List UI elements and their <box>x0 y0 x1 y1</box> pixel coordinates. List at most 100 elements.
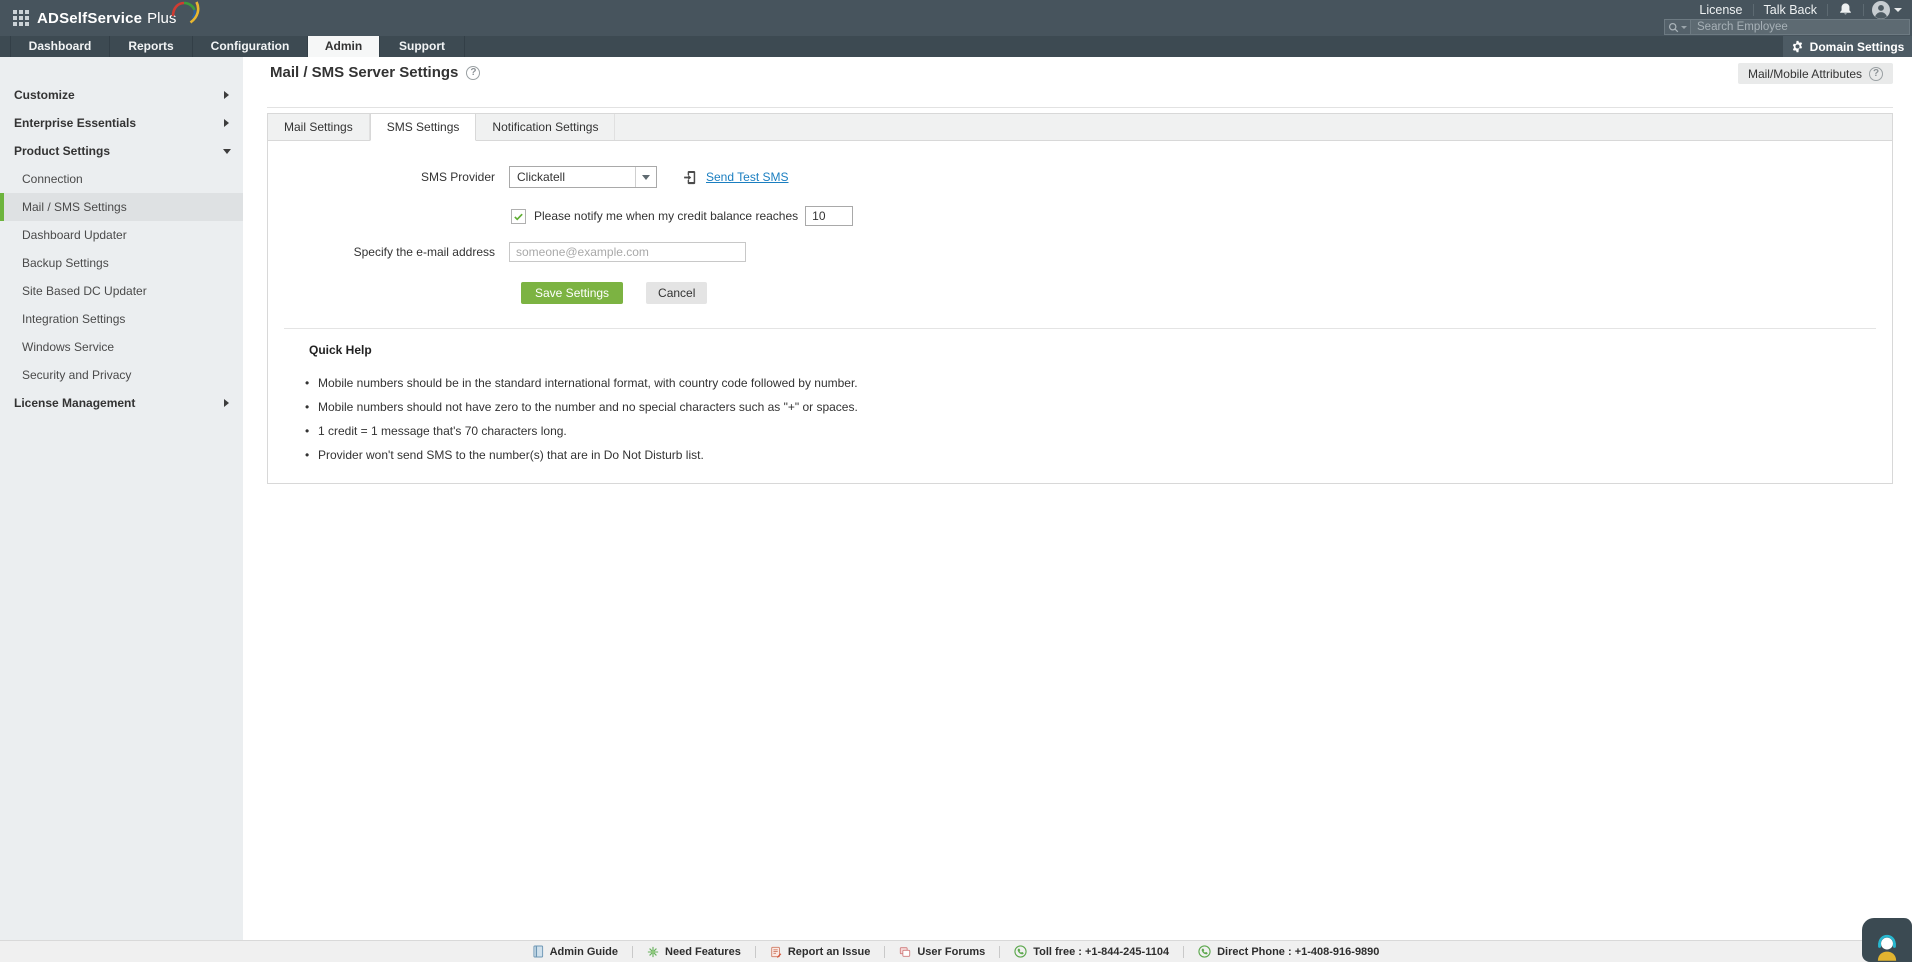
quick-help-item: Mobile numbers should not have zero to t… <box>305 395 1862 419</box>
quick-help-item: Mobile numbers should be in the standard… <box>305 371 1862 395</box>
cancel-button[interactable]: Cancel <box>646 282 707 304</box>
quick-help-item: Provider won't send SMS to the number(s)… <box>305 443 1862 467</box>
toll-free-phone[interactable]: Toll free : +1-844-245-1104 <box>1000 945 1183 958</box>
sidebar-item-customize[interactable]: Customize <box>0 81 243 109</box>
page-help-icon[interactable]: ? <box>466 66 480 80</box>
sidebar-item-backup-settings[interactable]: Backup Settings <box>0 249 243 277</box>
admin-guide-link[interactable]: Admin Guide <box>519 945 632 958</box>
send-to-phone-icon[interactable] <box>683 170 698 185</box>
save-settings-button[interactable]: Save Settings <box>521 282 623 304</box>
quick-help-list: Mobile numbers should be in the standard… <box>305 371 1862 467</box>
attributes-help-icon[interactable]: ? <box>1869 67 1883 81</box>
sidebar-item-label: Integration Settings <box>22 312 125 326</box>
nav-tab-dashboard[interactable]: Dashboard <box>10 36 110 57</box>
sidebar-item-label: Dashboard Updater <box>22 228 127 242</box>
sidebar-item-label: Mail / SMS Settings <box>22 200 127 214</box>
talk-back-link[interactable]: Talk Back <box>1754 3 1828 17</box>
sidebar-item-label: Connection <box>22 172 83 186</box>
footer: Admin Guide Need Features Report an Issu… <box>0 940 1912 962</box>
sms-provider-value: Clickatell <box>517 170 565 184</box>
credit-threshold-input[interactable] <box>805 206 853 226</box>
phone-icon <box>1198 945 1211 958</box>
support-agent-icon <box>1871 932 1903 962</box>
sidebar-item-enterprise-essentials[interactable]: Enterprise Essentials <box>0 109 243 137</box>
footer-link-label: User Forums <box>917 946 985 958</box>
sidebar-item-connection[interactable]: Connection <box>0 165 243 193</box>
main-nav: Dashboard Reports Configuration Admin Su… <box>0 36 1912 57</box>
credit-notify-checkbox[interactable] <box>511 209 526 224</box>
footer-link-label: Report an Issue <box>788 946 871 958</box>
footer-link-label: Toll free : +1-844-245-1104 <box>1033 946 1169 958</box>
sidebar-item-label: Customize <box>14 88 75 102</box>
title-divider <box>267 107 1893 108</box>
main-content: Mail / SMS Server Settings ? Mail/Mobile… <box>243 57 1912 940</box>
email-label: Specify the e-mail address <box>268 245 495 259</box>
sms-provider-row: SMS Provider Clickatell Send Test SMS <box>268 166 1892 188</box>
top-bar: ADSelfService Plus License Talk Back <box>0 0 1912 36</box>
report-icon <box>770 946 782 958</box>
search-icon[interactable] <box>1665 20 1691 34</box>
sms-provider-select[interactable]: Clickatell <box>509 166 657 188</box>
mail-mobile-attributes-button[interactable]: Mail/Mobile Attributes ? <box>1738 63 1893 84</box>
domain-settings-button[interactable]: Domain Settings <box>1783 36 1912 57</box>
chevron-down-icon <box>223 149 231 154</box>
gear-icon <box>1791 40 1804 53</box>
quick-help-item: 1 credit = 1 message that's 70 character… <box>305 419 1862 443</box>
brand-arc-icon <box>170 0 200 26</box>
sidebar-item-security-and-privacy[interactable]: Security and Privacy <box>0 361 243 389</box>
sidebar-item-product-settings[interactable]: Product Settings <box>0 137 243 165</box>
chevron-down-icon <box>1894 8 1902 12</box>
need-features-link[interactable]: Need Features <box>633 946 755 958</box>
sidebar-item-license-management[interactable]: License Management <box>0 389 243 417</box>
nav-tab-admin[interactable]: Admin <box>308 36 380 57</box>
sidebar-item-label: Site Based DC Updater <box>22 284 147 298</box>
sidebar-item-site-based-dc-updater[interactable]: Site Based DC Updater <box>0 277 243 305</box>
send-test-sms-link[interactable]: Send Test SMS <box>706 170 789 184</box>
sidebar-item-dashboard-updater[interactable]: Dashboard Updater <box>0 221 243 249</box>
footer-link-label: Admin Guide <box>550 946 618 958</box>
user-forums-link[interactable]: User Forums <box>885 946 999 958</box>
sidebar-item-windows-service[interactable]: Windows Service <box>0 333 243 361</box>
tab-notification-settings[interactable]: Notification Settings <box>476 114 615 140</box>
page-title-row: Mail / SMS Server Settings ? <box>270 64 480 81</box>
footer-link-label: Direct Phone : +1-408-916-9890 <box>1217 946 1379 958</box>
credit-notify-label: Please notify me when my credit balance … <box>534 209 798 223</box>
nav-tab-reports[interactable]: Reports <box>110 36 193 57</box>
chevron-down-icon <box>1681 26 1687 29</box>
employee-search <box>1664 19 1910 35</box>
settings-card: Mail Settings SMS Settings Notification … <box>267 113 1893 484</box>
attributes-button-label: Mail/Mobile Attributes <box>1748 67 1862 81</box>
sidebar-item-label: License Management <box>14 396 135 410</box>
direct-phone[interactable]: Direct Phone : +1-408-916-9890 <box>1184 945 1393 958</box>
notifications-bell-icon[interactable] <box>1828 2 1863 17</box>
chevron-right-icon <box>224 119 229 127</box>
user-avatar-icon <box>1872 1 1890 19</box>
app-launcher-icon[interactable] <box>13 10 29 26</box>
sms-provider-label: SMS Provider <box>268 170 495 184</box>
quick-help-title: Quick Help <box>309 343 372 357</box>
tab-mail-settings[interactable]: Mail Settings <box>268 114 370 140</box>
chevron-right-icon <box>224 399 229 407</box>
tab-sms-settings[interactable]: SMS Settings <box>370 114 477 141</box>
forum-icon <box>899 946 911 958</box>
license-link[interactable]: License <box>1689 3 1752 17</box>
sidebar-item-label: Backup Settings <box>22 256 109 270</box>
brand-name: ADSelfService <box>37 10 142 27</box>
brand-logo: ADSelfService Plus <box>37 0 200 36</box>
email-field[interactable] <box>509 242 746 262</box>
checkmark-icon <box>513 211 524 222</box>
quick-help-divider <box>284 328 1876 329</box>
sidebar-item-mail-sms-settings[interactable]: Mail / SMS Settings <box>0 193 243 221</box>
sidebar-item-label: Enterprise Essentials <box>14 116 136 130</box>
nav-tab-configuration[interactable]: Configuration <box>193 36 308 57</box>
form-actions-row: Save Settings Cancel <box>268 282 1892 304</box>
settings-tabs: Mail Settings SMS Settings Notification … <box>268 114 1892 141</box>
user-avatar-menu[interactable] <box>1864 1 1904 19</box>
search-input[interactable] <box>1691 21 1909 33</box>
report-an-issue-link[interactable]: Report an Issue <box>756 946 885 958</box>
page-title: Mail / SMS Server Settings <box>270 64 458 81</box>
sidebar-item-integration-settings[interactable]: Integration Settings <box>0 305 243 333</box>
support-chat-button[interactable] <box>1862 918 1912 962</box>
nav-tab-support[interactable]: Support <box>380 36 465 57</box>
chevron-right-icon <box>224 91 229 99</box>
